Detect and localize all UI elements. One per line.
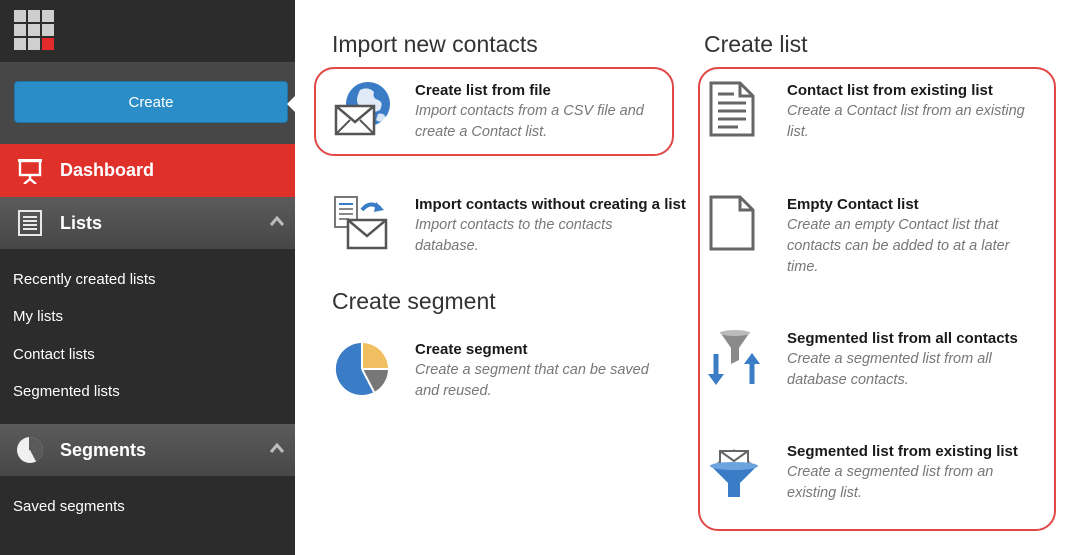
option-desc: database contacts. — [787, 372, 909, 388]
pie-chart-icon — [335, 342, 388, 395]
option-desc: and reused. — [415, 383, 492, 399]
sidebar: Create Dashboard Lists Recently created … — [0, 0, 295, 555]
option-desc: existing list. — [787, 485, 862, 501]
nav-dashboard[interactable]: Dashboard — [0, 144, 295, 197]
import-heading: Import new contacts — [332, 31, 538, 57]
option-title: Create segment — [415, 341, 528, 358]
option-title: Contact list from existing list — [787, 82, 993, 99]
create-area: Create — [0, 62, 295, 144]
nav-segments[interactable]: Segments — [0, 424, 295, 476]
option-desc: contacts can be added to at a later — [787, 238, 1010, 254]
sidebar-item-segmented-lists[interactable]: Segmented lists — [13, 383, 120, 400]
option-desc: list. — [787, 124, 809, 140]
option-import-without-list[interactable]: Import contacts without creating a list … — [330, 190, 700, 260]
active-pointer — [287, 96, 295, 112]
option-contact-list-from-existing[interactable]: Contact list from existing list Create a… — [704, 76, 1049, 146]
nav-segments-label: Segments — [60, 439, 147, 460]
option-desc: Create a segment that can be saved — [415, 362, 649, 378]
create-button[interactable]: Create — [14, 81, 288, 123]
option-desc: create a Contact list. — [415, 124, 548, 140]
option-segmented-from-existing[interactable]: Segmented list from existing list Create… — [704, 437, 1049, 507]
option-desc: Create an empty Contact list that — [787, 217, 999, 233]
sidebar-item-recently-created-lists[interactable]: Recently created lists — [13, 271, 156, 288]
presentation-board-icon — [0, 158, 60, 184]
app-launcher-icon[interactable] — [14, 10, 54, 50]
option-desc: time. — [787, 259, 819, 275]
option-desc: Import contacts to the contacts — [415, 217, 613, 233]
blank-document-icon — [709, 195, 755, 251]
pie-chart-icon — [0, 436, 60, 464]
option-desc: Create a segmented list from an — [787, 464, 994, 480]
sidebar-item-saved-segments[interactable]: Saved segments — [13, 498, 125, 515]
list-icon — [0, 210, 60, 236]
option-desc: database. — [415, 238, 479, 254]
sidebar-item-contact-lists[interactable]: Contact lists — [13, 346, 95, 363]
option-title: Segmented list from all contacts — [787, 330, 1018, 347]
import-envelope-icon — [334, 196, 388, 250]
option-title: Empty Contact list — [787, 196, 919, 213]
chevron-up-icon[interactable] — [269, 215, 285, 227]
funnel-envelope-icon — [710, 449, 758, 497]
option-title: Import contacts without creating a list — [415, 196, 686, 213]
option-desc: Import contacts from a CSV file and — [415, 103, 644, 119]
nav-lists[interactable]: Lists — [0, 197, 295, 249]
create-list-heading: Create list — [704, 31, 808, 57]
globe-envelope-icon — [334, 82, 390, 136]
option-empty-contact-list[interactable]: Empty Contact list Create an empty Conta… — [704, 190, 1049, 282]
option-title: Create list from file — [415, 82, 551, 99]
option-desc: Create a segmented list from all — [787, 351, 992, 367]
option-segmented-from-all[interactable]: Segmented list from all contacts Create … — [704, 324, 1049, 394]
option-create-segment[interactable]: Create segment Create a segment that can… — [330, 335, 670, 405]
option-title: Segmented list from existing list — [787, 443, 1018, 460]
option-desc: Create a Contact list from an existing — [787, 103, 1025, 119]
nav-lists-label: Lists — [60, 212, 103, 233]
chevron-up-icon[interactable] — [269, 442, 285, 454]
create-segment-heading: Create segment — [332, 288, 496, 314]
nav-dashboard-label: Dashboard — [60, 160, 155, 180]
sidebar-item-my-lists[interactable]: My lists — [13, 308, 63, 325]
document-icon — [709, 81, 755, 137]
logo-bar — [0, 0, 295, 62]
funnel-arrows-icon — [708, 330, 760, 385]
option-create-list-from-file[interactable]: Create list from file Import contacts fr… — [330, 76, 670, 146]
